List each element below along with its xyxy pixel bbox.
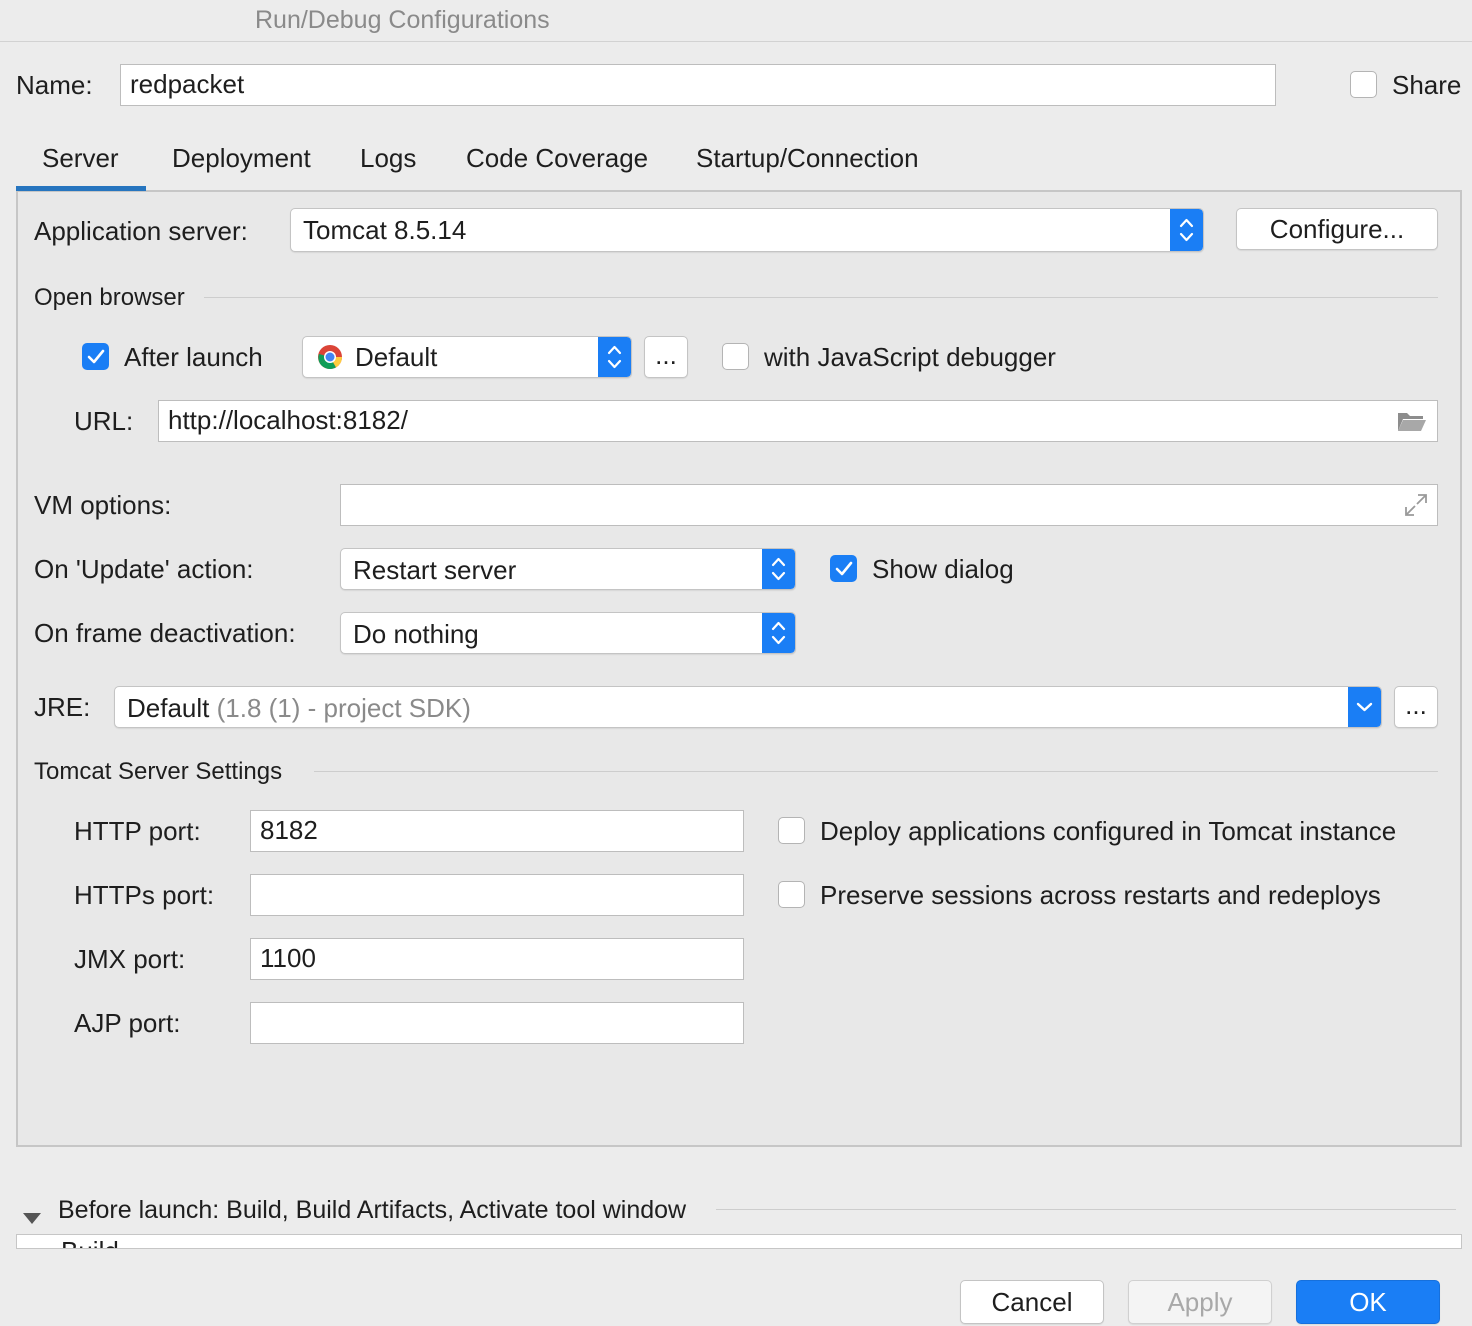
https-port-input[interactable] bbox=[250, 874, 744, 916]
update-action-label: On 'Update' action: bbox=[34, 554, 254, 584]
tab-deployment[interactable]: Deployment bbox=[172, 141, 311, 175]
preserve-sessions-label: Preserve sessions across restarts and re… bbox=[820, 880, 1381, 910]
apply-button[interactable]: Apply bbox=[1128, 1280, 1272, 1324]
chevron-down-icon bbox=[1348, 687, 1381, 727]
deploy-apps-checkbox[interactable] bbox=[778, 817, 805, 844]
title-bar: Run/Debug Configurations bbox=[0, 0, 1472, 42]
collapse-triangle-icon[interactable] bbox=[22, 1202, 42, 1224]
app-server-value: Tomcat 8.5.14 bbox=[303, 215, 467, 245]
after-launch-checkbox[interactable] bbox=[82, 343, 109, 370]
before-launch-label[interactable]: Before launch: Build, Build Artifacts, A… bbox=[58, 1195, 686, 1225]
url-input[interactable]: http://localhost:8182/ bbox=[158, 400, 1438, 442]
jre-value: Default (1.8 (1) - project SDK) bbox=[127, 693, 471, 723]
before-launch-list[interactable]: Build bbox=[16, 1234, 1462, 1248]
tab-code-coverage[interactable]: Code Coverage bbox=[466, 141, 648, 175]
active-tab-indicator bbox=[16, 186, 146, 191]
show-dialog-label: Show dialog bbox=[872, 554, 1014, 584]
checkmark-icon bbox=[87, 349, 105, 364]
separator bbox=[716, 1209, 1456, 1210]
frame-deactivation-select[interactable]: Do nothing bbox=[340, 612, 796, 654]
after-launch-label: After launch bbox=[124, 342, 263, 372]
js-debugger-label: with JavaScript debugger bbox=[764, 342, 1056, 372]
vm-options-label: VM options: bbox=[34, 490, 172, 520]
name-input[interactable]: redpacket bbox=[120, 64, 1276, 106]
jmx-port-label: JMX port: bbox=[74, 944, 186, 974]
frame-deactivation-value: Do nothing bbox=[353, 619, 479, 649]
expand-icon[interactable] bbox=[1403, 492, 1429, 518]
updown-chevron-icon bbox=[598, 337, 631, 377]
checkmark-icon bbox=[835, 561, 853, 576]
update-action-select[interactable]: Restart server bbox=[340, 548, 796, 590]
url-value: http://localhost:8182/ bbox=[168, 405, 408, 435]
build-icon bbox=[23, 1239, 39, 1248]
https-port-label: HTTPs port: bbox=[74, 880, 215, 910]
separator bbox=[314, 771, 1438, 772]
deploy-apps-label: Deploy applications configured in Tomcat… bbox=[820, 816, 1397, 846]
ajp-port-label: AJP port: bbox=[74, 1008, 181, 1038]
update-action-value: Restart server bbox=[353, 555, 517, 585]
folder-icon[interactable] bbox=[1397, 409, 1427, 433]
app-server-label: Application server: bbox=[34, 216, 248, 246]
cancel-button[interactable]: Cancel bbox=[960, 1280, 1104, 1324]
browser-value: Default bbox=[355, 342, 438, 372]
app-server-select[interactable]: Tomcat 8.5.14 bbox=[290, 208, 1204, 252]
share-checkbox[interactable] bbox=[1350, 71, 1377, 98]
tomcat-settings-section-label: Tomcat Server Settings bbox=[34, 758, 283, 785]
updown-chevron-icon bbox=[762, 613, 795, 653]
name-label: Name: bbox=[16, 70, 93, 100]
browser-select[interactable]: Default bbox=[302, 336, 632, 378]
configure-button[interactable]: Configure... bbox=[1236, 208, 1438, 250]
show-dialog-checkbox[interactable] bbox=[830, 555, 857, 582]
share-label: Share bbox=[1392, 70, 1462, 100]
jmx-port-input[interactable]: 1100 bbox=[250, 938, 744, 980]
jre-value-main: Default bbox=[127, 693, 210, 723]
browser-more-button[interactable]: ... bbox=[644, 336, 688, 378]
vm-options-input[interactable] bbox=[340, 484, 1438, 526]
preserve-sessions-checkbox[interactable] bbox=[778, 881, 805, 908]
chrome-icon bbox=[317, 344, 343, 370]
js-debugger-checkbox[interactable] bbox=[722, 343, 749, 370]
jre-label: JRE: bbox=[34, 692, 91, 722]
http-port-label: HTTP port: bbox=[74, 816, 201, 846]
tab-server[interactable]: Server bbox=[42, 141, 119, 175]
before-launch-item: Build bbox=[61, 1236, 119, 1248]
tab-startup-connection[interactable]: Startup/Connection bbox=[696, 141, 919, 175]
jre-more-button[interactable]: ... bbox=[1394, 686, 1438, 728]
open-browser-section-label: Open browser bbox=[34, 284, 185, 311]
window-title: Run/Debug Configurations bbox=[255, 6, 550, 34]
ajp-port-input[interactable] bbox=[250, 1002, 744, 1044]
separator bbox=[16, 1248, 1462, 1249]
jre-value-detail: (1.8 (1) - project SDK) bbox=[216, 693, 471, 723]
http-port-input[interactable]: 8182 bbox=[250, 810, 744, 852]
jre-select[interactable]: Default (1.8 (1) - project SDK) bbox=[114, 686, 1382, 728]
separator bbox=[204, 297, 1438, 298]
ok-button[interactable]: OK bbox=[1296, 1280, 1440, 1324]
frame-deactivation-label: On frame deactivation: bbox=[34, 618, 296, 648]
updown-chevron-icon bbox=[1170, 209, 1203, 251]
tab-logs[interactable]: Logs bbox=[360, 141, 416, 175]
url-label: URL: bbox=[74, 406, 134, 436]
updown-chevron-icon bbox=[762, 549, 795, 589]
